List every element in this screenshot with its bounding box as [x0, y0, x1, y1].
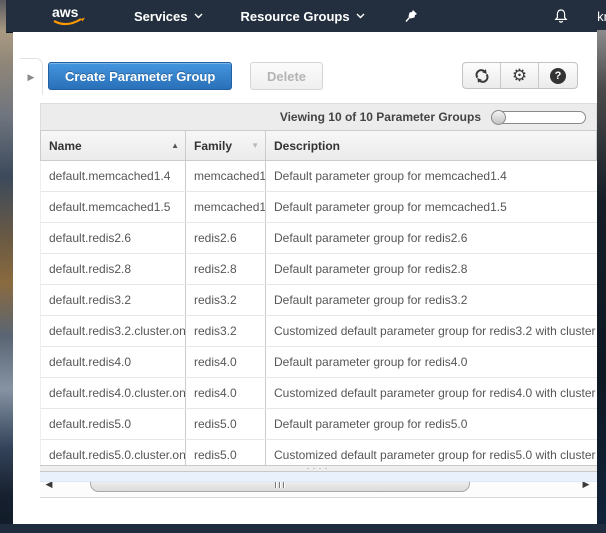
- sort-icon: ▼: [251, 141, 259, 150]
- delete-button[interactable]: Delete: [250, 62, 324, 90]
- cell-name: default.redis5.0: [41, 409, 186, 439]
- sidebar-collapse-button[interactable]: ▶: [20, 58, 43, 95]
- cell-description: Default parameter group for redis5.0: [274, 417, 468, 431]
- column-label: Family: [194, 138, 233, 153]
- resize-grip-dots: ····: [306, 463, 331, 473]
- pagination-slider[interactable]: [491, 109, 586, 125]
- refresh-button[interactable]: [463, 63, 501, 88]
- table-row[interactable]: default.memcached1.5 memcached1.5 Defaul…: [41, 192, 597, 223]
- cell-name: default.redis2.6: [41, 223, 186, 253]
- table-row[interactable]: default.redis3.2.cluster.on redis3.2 Cus…: [41, 316, 597, 347]
- help-button[interactable]: ?: [539, 63, 577, 88]
- table-body: default.memcached1.4 memcached1.4 Defaul…: [40, 161, 597, 471]
- column-label: Description: [274, 138, 341, 153]
- cell-name: default.redis2.8: [41, 254, 186, 284]
- bell-icon[interactable]: [553, 8, 569, 25]
- cell-family: redis2.6: [186, 223, 266, 253]
- cell-family: memcached1.5: [186, 192, 266, 222]
- help-icon: ?: [550, 67, 566, 84]
- cell-family: redis2.8: [186, 254, 266, 284]
- table-row[interactable]: default.redis2.8 redis2.8 Default parame…: [41, 254, 597, 285]
- settings-button[interactable]: ⚙: [501, 63, 539, 88]
- aws-logo[interactable]: aws: [48, 3, 90, 29]
- cell-family: redis3.2: [186, 285, 266, 315]
- cell-description: Default parameter group for redis2.8: [274, 262, 468, 276]
- cell-family: memcached1.4: [186, 161, 266, 191]
- aws-console-window: aws Services Resource Groups kr ▶ Create…: [0, 0, 606, 533]
- cell-family: redis4.0: [186, 378, 266, 408]
- desktop-edge-bottom: [0, 524, 606, 533]
- cell-name: default.redis3.2.cluster.on: [41, 316, 186, 346]
- svg-text:aws: aws: [52, 4, 79, 20]
- chevron-down-icon: [356, 13, 365, 19]
- cell-name: default.memcached1.4: [41, 161, 186, 191]
- column-header-name[interactable]: Name ▲: [41, 131, 186, 160]
- cell-description: Default parameter group for redis3.2: [274, 293, 468, 307]
- nav-resource-groups-menu[interactable]: Resource Groups: [241, 9, 365, 24]
- table-row[interactable]: default.redis5.0 redis5.0 Default parame…: [41, 409, 597, 440]
- nav-services-menu[interactable]: Services: [134, 9, 203, 24]
- create-parameter-group-button[interactable]: Create Parameter Group: [48, 62, 233, 90]
- pagination-slider-knob[interactable]: [491, 109, 506, 125]
- cell-name: default.redis4.0: [41, 347, 186, 377]
- cell-description: Default parameter group for memcached1.5: [274, 200, 507, 214]
- cell-description: Default parameter group for redis2.6: [274, 231, 468, 245]
- cell-name: default.redis4.0.cluster.on: [41, 378, 186, 408]
- viewing-count-text: Viewing 10 of 10 Parameter Groups: [279, 110, 481, 124]
- cell-family: redis4.0: [186, 347, 266, 377]
- table-header: Name ▲ Family ▼ Description: [40, 130, 597, 161]
- footer-highlight-band: [40, 472, 597, 482]
- chevron-down-icon: [194, 13, 202, 19]
- collapse-arrow-icon: ▶: [27, 71, 35, 82]
- column-header-description[interactable]: Description: [266, 131, 596, 160]
- page-content: ▶ Create Parameter Group Delete ⚙ ? View…: [13, 32, 597, 524]
- nav-resource-groups-label: Resource Groups: [240, 8, 350, 24]
- cell-family: redis3.2: [186, 316, 266, 346]
- panel-resize-handle[interactable]: ····: [40, 463, 597, 473]
- table-row[interactable]: default.memcached1.4 memcached1.4 Defaul…: [41, 161, 597, 192]
- nav-services-label: Services: [134, 8, 188, 24]
- sort-asc-icon: ▲: [171, 141, 179, 150]
- cell-name: default.memcached1.5: [41, 192, 186, 222]
- column-label: Name: [49, 138, 82, 153]
- nav-user-menu[interactable]: kr: [597, 9, 606, 24]
- parameter-groups-panel: Viewing 10 of 10 Parameter Groups Name ▲…: [40, 103, 597, 498]
- top-navbar: aws Services Resource Groups kr: [6, 0, 606, 33]
- table-row[interactable]: default.redis3.2 redis3.2 Default parame…: [41, 285, 597, 316]
- table-row[interactable]: default.redis4.0 redis4.0 Default parame…: [41, 347, 597, 378]
- cell-name: default.redis3.2: [41, 285, 186, 315]
- cell-description: Customized default parameter group for r…: [274, 324, 596, 338]
- cell-description: Default parameter group for redis4.0: [274, 355, 468, 369]
- column-header-family[interactable]: Family ▼: [186, 131, 266, 160]
- viewing-bar: Viewing 10 of 10 Parameter Groups: [40, 103, 597, 130]
- toolbar-icon-group: ⚙ ?: [462, 62, 578, 89]
- cell-description: Customized default parameter group for r…: [274, 386, 596, 400]
- cell-description: Default parameter group for memcached1.4: [274, 169, 507, 183]
- pin-icon[interactable]: [405, 9, 418, 23]
- table-row[interactable]: default.redis2.6 redis2.6 Default parame…: [41, 223, 597, 254]
- desktop-edge-right: [597, 30, 606, 524]
- table-row[interactable]: default.redis4.0.cluster.on redis4.0 Cus…: [41, 378, 597, 409]
- gear-icon: ⚙: [511, 66, 528, 85]
- cell-family: redis5.0: [186, 409, 266, 439]
- refresh-icon: [475, 68, 488, 83]
- desktop-edge-left: [0, 0, 13, 533]
